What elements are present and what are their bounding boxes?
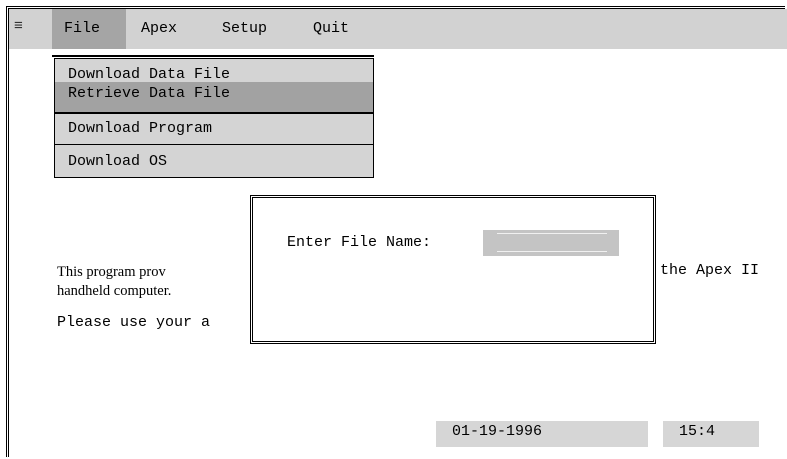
menu-setup[interactable]: Setup bbox=[222, 9, 267, 49]
status-time: 15:4 bbox=[663, 421, 759, 447]
body-text-line1-right: the Apex II bbox=[660, 262, 760, 279]
menu-item-download-os[interactable]: Download OS bbox=[54, 144, 374, 178]
file-name-dialog bbox=[250, 195, 656, 344]
menu-apex[interactable]: Apex bbox=[141, 9, 177, 49]
file-name-input[interactable] bbox=[483, 230, 619, 256]
menu-item-download-data-file[interactable]: Download Data File bbox=[54, 58, 374, 83]
menu-quit[interactable]: Quit bbox=[313, 9, 349, 49]
dropdown-top-border bbox=[52, 55, 374, 57]
body-text-line2: handheld computer. bbox=[57, 283, 172, 299]
body-text-line3: Please use your a bbox=[57, 314, 211, 331]
menu-item-download-program[interactable]: Download Program bbox=[54, 113, 374, 145]
file-name-label: Enter File Name: bbox=[287, 234, 432, 251]
body-text-line1: This program prov bbox=[57, 264, 166, 280]
file-name-input-field[interactable] bbox=[497, 233, 607, 252]
menu-file[interactable]: File bbox=[52, 9, 126, 49]
status-date: 01-19-1996 bbox=[436, 421, 648, 447]
menu-item-retrieve-data-file[interactable]: Retrieve Data File bbox=[54, 82, 374, 113]
system-menu-icon[interactable]: ≡ bbox=[14, 18, 23, 35]
